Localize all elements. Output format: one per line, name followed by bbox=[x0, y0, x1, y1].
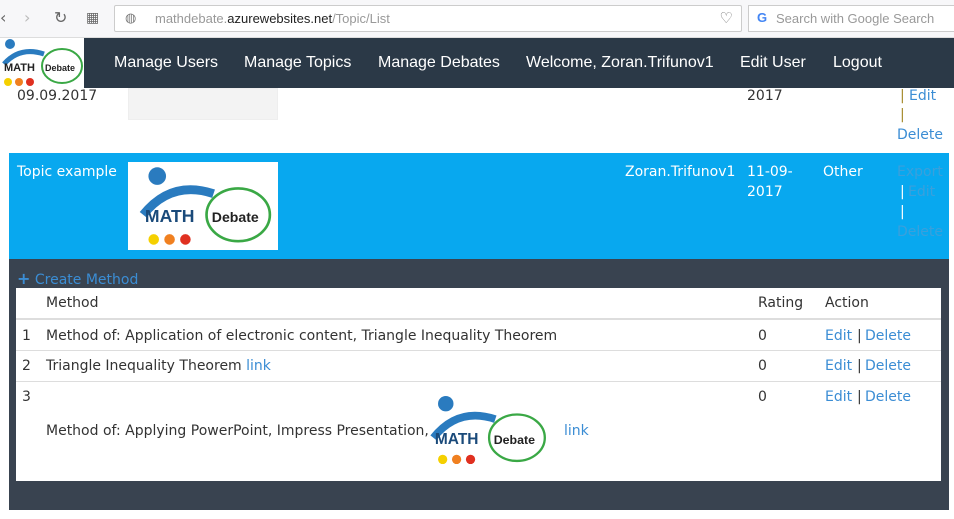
method-text: Method of: Applying PowerPoint, Impress … bbox=[46, 423, 429, 439]
topic-row-selected[interactable]: Topic example MATH Debate Zoran.Trifunov1… bbox=[9, 153, 949, 259]
create-method-label: Create Method bbox=[34, 272, 139, 288]
speed-dial-icon[interactable]: ▦ bbox=[86, 10, 99, 26]
plus-icon: + bbox=[17, 269, 31, 288]
separator: | bbox=[857, 328, 862, 344]
heart-icon[interactable]: ♡ bbox=[720, 9, 733, 27]
method-link[interactable]: link bbox=[246, 358, 271, 374]
prev-row-edit-link[interactable]: Edit bbox=[909, 88, 936, 104]
topic-name: Topic example bbox=[17, 164, 117, 180]
separator: | bbox=[900, 107, 905, 123]
address-bar[interactable]: ◍ mathdebate.azurewebsites.net/Topic/Lis… bbox=[114, 5, 742, 32]
topic-delete-link[interactable]: Delete bbox=[897, 224, 943, 240]
rating: 0 bbox=[758, 389, 767, 405]
topic-date-line1: 11-09- bbox=[747, 164, 793, 180]
row-number: 1 bbox=[22, 328, 31, 344]
svg-text:Debate: Debate bbox=[494, 433, 535, 447]
back-icon[interactable]: ‹ bbox=[0, 8, 6, 27]
prev-row-created: 2017 bbox=[747, 88, 783, 104]
separator: | bbox=[900, 88, 905, 104]
separator: | bbox=[857, 358, 862, 374]
google-icon: G bbox=[757, 10, 768, 25]
topic-image: MATH Debate bbox=[128, 162, 278, 250]
nav-welcome[interactable]: Welcome, Zoran.Trifunov1 bbox=[526, 54, 714, 72]
header-rating: Rating bbox=[758, 295, 804, 311]
reload-icon[interactable]: ↻ bbox=[54, 8, 67, 27]
separator: | bbox=[900, 204, 905, 220]
rating: 0 bbox=[758, 328, 767, 344]
prev-row-date: 09.09.2017 bbox=[17, 88, 98, 104]
method-text: Triangle Inequality Theorem link bbox=[46, 358, 271, 374]
method-image: MATH Debate bbox=[421, 388, 551, 472]
edit-link[interactable]: Edit bbox=[825, 389, 852, 405]
url-prefix: mathdebate. bbox=[155, 11, 228, 26]
table-row: 3 Method of: Applying PowerPoint, Impres… bbox=[16, 381, 941, 481]
svg-text:MATH: MATH bbox=[4, 62, 35, 74]
table-row: 2 Triangle Inequality Theorem link 0 Edi… bbox=[16, 350, 941, 381]
row-number: 3 bbox=[22, 389, 31, 405]
nav-manage-users[interactable]: Manage Users bbox=[114, 54, 218, 72]
edit-link[interactable]: Edit bbox=[825, 328, 852, 344]
delete-link[interactable]: Delete bbox=[865, 358, 911, 374]
prev-row-thumbnail bbox=[128, 88, 278, 120]
search-placeholder: Search with Google Search bbox=[776, 11, 935, 26]
topic-date-line2: 2017 bbox=[747, 184, 783, 200]
svg-text:Debate: Debate bbox=[212, 209, 259, 225]
separator: | bbox=[900, 184, 905, 200]
header-action: Action bbox=[825, 295, 869, 311]
rating: 0 bbox=[758, 358, 767, 374]
method-text-content: Triangle Inequality Theorem bbox=[46, 358, 242, 374]
methods-table: Method Rating Action 1 Method of: Applic… bbox=[16, 288, 941, 481]
nav-manage-topics[interactable]: Manage Topics bbox=[244, 54, 351, 72]
create-method-button[interactable]: + Create Method bbox=[17, 269, 138, 288]
url-host: azurewebsites.net bbox=[227, 11, 333, 26]
site-logo[interactable]: MATH Debate bbox=[0, 38, 84, 88]
nav-edit-user[interactable]: Edit User bbox=[740, 54, 806, 72]
browser-toolbar: ‹ › ↻ ▦ ◍ mathdebate.azurewebsites.net/T… bbox=[0, 0, 954, 38]
method-text: Method of: Application of electronic con… bbox=[46, 328, 558, 344]
delete-link[interactable]: Delete bbox=[865, 328, 911, 344]
nav-logout[interactable]: Logout bbox=[833, 54, 882, 72]
method-link[interactable]: link bbox=[564, 423, 589, 439]
row-number: 2 bbox=[22, 358, 31, 374]
topic-category: Other bbox=[823, 164, 863, 180]
prev-row-delete-link[interactable]: Delete bbox=[897, 127, 943, 143]
url-path: /Topic/List bbox=[332, 11, 390, 26]
forward-icon[interactable]: › bbox=[24, 8, 30, 27]
topic-author: Zoran.Trifunov1 bbox=[625, 164, 736, 180]
table-row: 1 Method of: Application of electronic c… bbox=[16, 318, 941, 350]
topic-export-link[interactable]: Export bbox=[897, 164, 943, 180]
nav-manage-debates[interactable]: Manage Debates bbox=[378, 54, 500, 72]
globe-icon: ◍ bbox=[125, 10, 137, 25]
search-input[interactable]: G Search with Google Search bbox=[748, 5, 954, 32]
main-nav: Manage Users Manage Topics Manage Debate… bbox=[84, 38, 954, 88]
svg-text:MATH: MATH bbox=[435, 431, 479, 448]
topic-edit-link[interactable]: Edit bbox=[908, 184, 935, 200]
header-method: Method bbox=[46, 295, 99, 311]
edit-link[interactable]: Edit bbox=[825, 358, 852, 374]
delete-link[interactable]: Delete bbox=[865, 389, 911, 405]
separator: | bbox=[857, 389, 862, 405]
svg-text:MATH: MATH bbox=[145, 206, 195, 226]
svg-text:Debate: Debate bbox=[45, 63, 75, 73]
